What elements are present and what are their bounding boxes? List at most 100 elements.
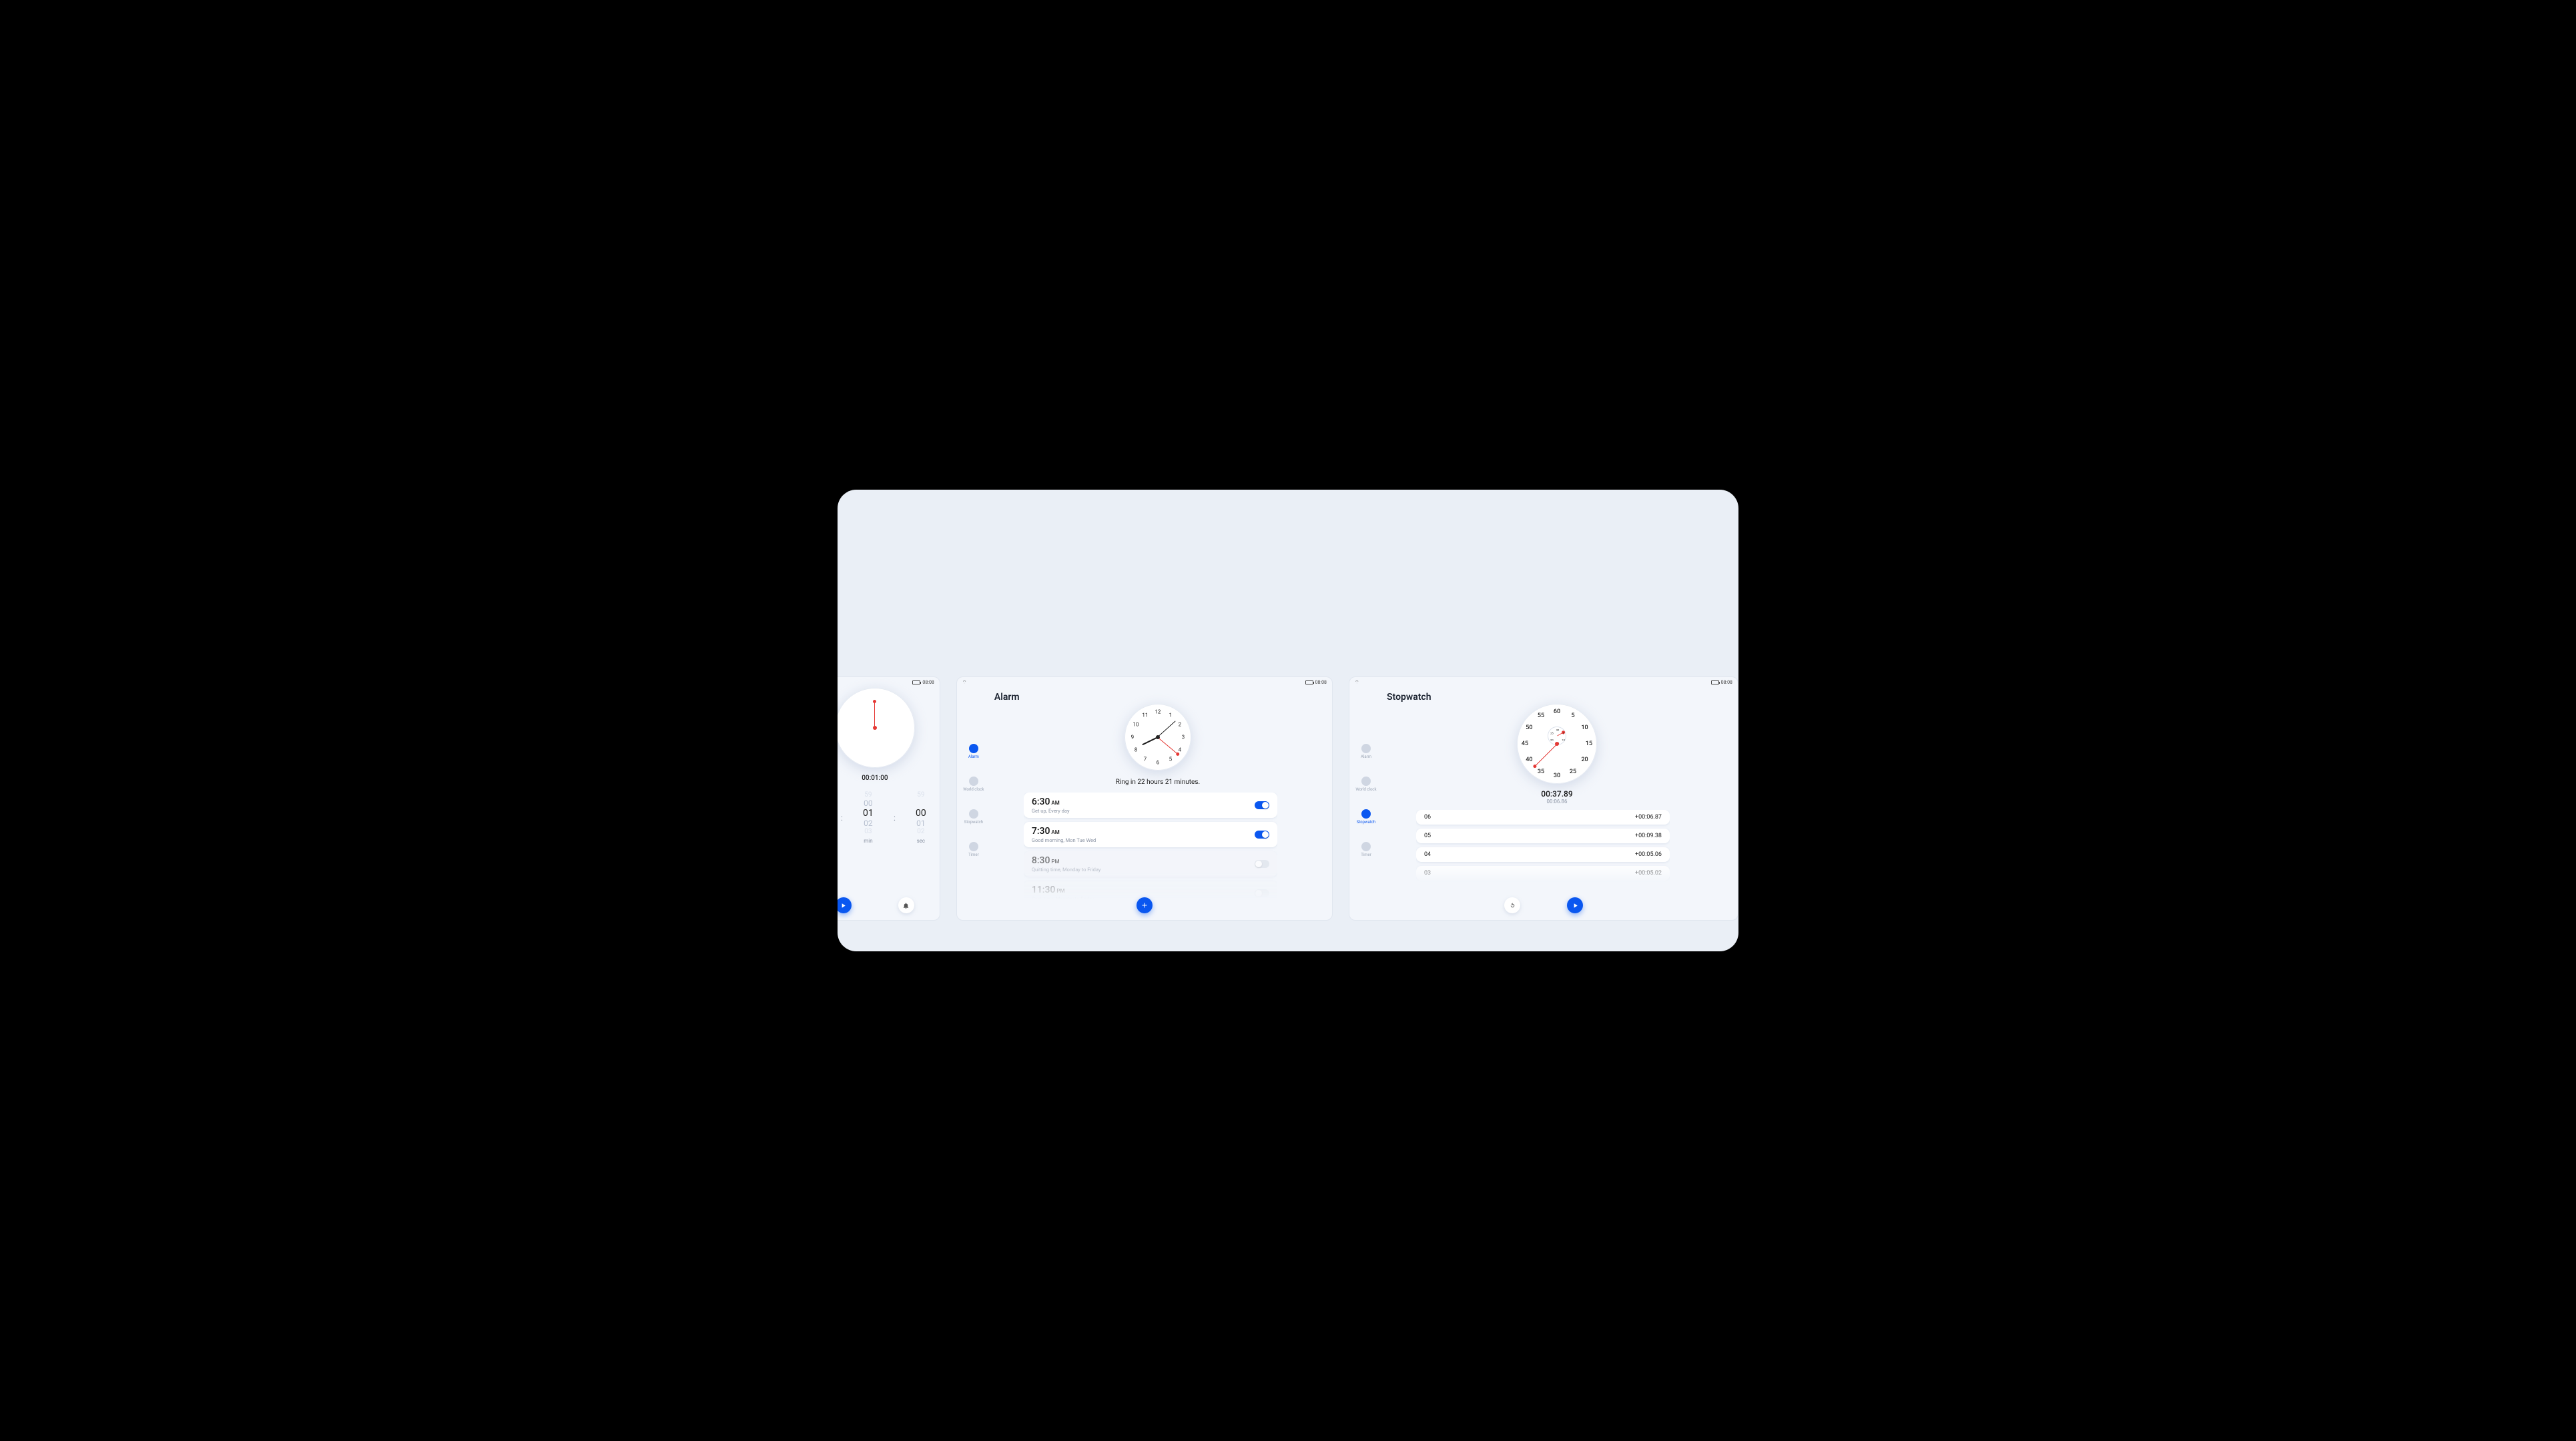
alarm-toggle[interactable] (1255, 860, 1269, 868)
nav-stopwatch[interactable]: Stopwatch (1357, 809, 1375, 825)
nav-stopwatch[interactable]: Stopwatch (964, 809, 983, 825)
status-time: 08:08 (1721, 680, 1732, 685)
reset-button[interactable] (1504, 897, 1520, 913)
stopwatch-display: 00:37.89 (1541, 789, 1572, 799)
subdial-number: 10 (1562, 738, 1565, 741)
clock-number: 6 (1157, 760, 1160, 766)
alarm-clock-face: 123456789101112 (1124, 704, 1191, 771)
side-nav: Alarm World clock Stopwatch Timer (957, 744, 990, 857)
nav-label: Timer (1361, 853, 1371, 857)
nav-alarm[interactable]: Alarm (968, 744, 979, 759)
alarm-toggle[interactable] (1255, 831, 1269, 839)
play-icon (840, 902, 847, 909)
picker-sec[interactable]: 59 . 00 01 02 sec (902, 791, 940, 844)
dial-number: 5 (1571, 712, 1574, 719)
stopwatch-clock: 30510152025 60510152025303540455055 00:3… (1376, 702, 1738, 805)
lap-number: 05 (1424, 833, 1431, 839)
add-alarm-button[interactable] (1137, 897, 1153, 913)
alarm-time: 7:30AM (1032, 826, 1096, 837)
alarm-info: 8:30PMQuitting time, Monday to Friday (1032, 855, 1101, 873)
alarm-row[interactable]: 7:30AMGood morning, Mon Tue Wed (1024, 822, 1277, 847)
alarm-subtitle: Get up, Every day (1032, 808, 1070, 814)
dial-number: 40 (1526, 757, 1532, 763)
card-alarm[interactable]: ⌔ 08:08 Alarm Alarm World clock (956, 676, 1333, 921)
alarm-info: 7:30AMGood morning, Mon Tue Wed (1032, 826, 1096, 843)
alarm-list[interactable]: 6:30AMGet up, Every day 7:30AMGood mornin… (1024, 793, 1277, 899)
dial-number: 10 (1581, 725, 1588, 731)
lap-time: +00:06.87 (1635, 814, 1662, 821)
nav-label: World clock (963, 787, 984, 792)
stopwatch-actions (1349, 897, 1738, 913)
alarm-time: 11:30PM (1032, 885, 1094, 895)
dial-number: 50 (1526, 725, 1532, 731)
battery-icon (912, 680, 920, 684)
alarm-row[interactable]: 6:30AMGet up, Every day (1024, 793, 1277, 818)
alarm-toggle[interactable] (1255, 801, 1269, 809)
start-button[interactable] (838, 897, 852, 913)
battery-icon (1711, 680, 1719, 684)
status-bar: ⌔ 08:08 (1349, 677, 1738, 686)
dial-number: 20 (1581, 757, 1588, 763)
alarm-info: 6:30AMGet up, Every day (1032, 797, 1070, 814)
clock-number: 8 (1135, 747, 1138, 753)
alarm-row[interactable]: 8:30PMQuitting time, Monday to Friday (1024, 851, 1277, 877)
clock-number: 7 (1144, 756, 1147, 762)
nav-label: Alarm (1361, 755, 1371, 759)
card-stopwatch[interactable]: ⌔ 08:08 Stopwatch Alarm World clock (1349, 676, 1738, 921)
lap-row[interactable]: 04 +00:05.06 (1416, 847, 1670, 862)
picker-sec-label: sec (902, 838, 940, 844)
plus-icon (1141, 901, 1149, 909)
status-time: 08:08 (922, 680, 934, 685)
alarm-toggle[interactable] (1255, 889, 1269, 897)
clock-number: 2 (1179, 722, 1182, 728)
alarm-row[interactable]: 11:30PMSack time, Monday to Friday (1024, 881, 1277, 899)
alarm-subtitle: Quitting time, Monday to Friday (1032, 867, 1101, 873)
start-button[interactable] (1567, 897, 1583, 913)
side-nav: Alarm World clock Stopwatch Timer (1349, 744, 1383, 857)
card-timer[interactable]: 08:08 00:01:00 59 00 01 : 59 (838, 676, 940, 921)
lap-time: +00:05.06 (1635, 851, 1662, 858)
subdial-number: 25 (1550, 731, 1554, 735)
lap-time: +00:09.38 (1635, 833, 1662, 839)
subdial-number: 30 (1556, 728, 1560, 731)
lap-row[interactable]: 03+00:05.02 (1416, 866, 1670, 881)
nav-label: Stopwatch (964, 820, 983, 825)
clock-pivot (873, 726, 877, 730)
lap-row[interactable]: 05 +00:09.38 (1416, 829, 1670, 843)
alert-button[interactable] (898, 897, 914, 913)
nav-timer[interactable]: Timer (1361, 842, 1371, 857)
stopwatch-icon (969, 809, 978, 819)
timer-actions (838, 897, 940, 913)
multitask-overview: 08:08 00:01:00 59 00 01 : 59 (838, 490, 1738, 951)
lap-number: 04 (1424, 851, 1431, 858)
dial-number: 60 (1554, 708, 1560, 715)
dial-number: 35 (1538, 769, 1544, 775)
wifi-icon: ⌔ (962, 680, 967, 686)
timer-clock-face (838, 688, 915, 768)
time-pickers: 59 00 01 : 59 00 01 02 03 min : 59 . 0 (838, 791, 940, 844)
nav-label: World clock (1355, 787, 1376, 792)
dial-number: 30 (1554, 773, 1560, 779)
lap-list[interactable]: 06 +00:06.87 05 +00:09.38 04 +00:05.06 03+00:0… (1416, 810, 1670, 882)
nav-label: Stopwatch (1357, 820, 1375, 825)
clock-number: 1 (1169, 712, 1173, 718)
alarm-time: 6:30AM (1032, 797, 1070, 807)
picker-min[interactable]: 59 00 01 02 03 min (850, 791, 887, 844)
status-bar: 08:08 (838, 677, 940, 686)
status-time: 08:08 (1315, 680, 1327, 685)
nav-timer[interactable]: Timer (968, 842, 979, 857)
stopwatch-lap-display: 00:06.86 (1546, 799, 1567, 805)
clock-pivot (1555, 742, 1559, 746)
lap-row[interactable]: 06 +00:06.87 (1416, 810, 1670, 825)
nav-world-clock[interactable]: World clock (1355, 777, 1376, 792)
lap-number: 06 (1424, 814, 1431, 821)
play-icon (1572, 902, 1579, 909)
lap-number: 03 (1424, 870, 1431, 877)
nav-alarm[interactable]: Alarm (1361, 744, 1371, 759)
nav-label: Timer (968, 853, 979, 857)
second-hand (1158, 737, 1179, 755)
nav-world-clock[interactable]: World clock (963, 777, 984, 792)
clock-number: 11 (1142, 712, 1148, 718)
alarm-time: 8:30PM (1032, 855, 1101, 866)
globe-icon (1361, 777, 1371, 786)
